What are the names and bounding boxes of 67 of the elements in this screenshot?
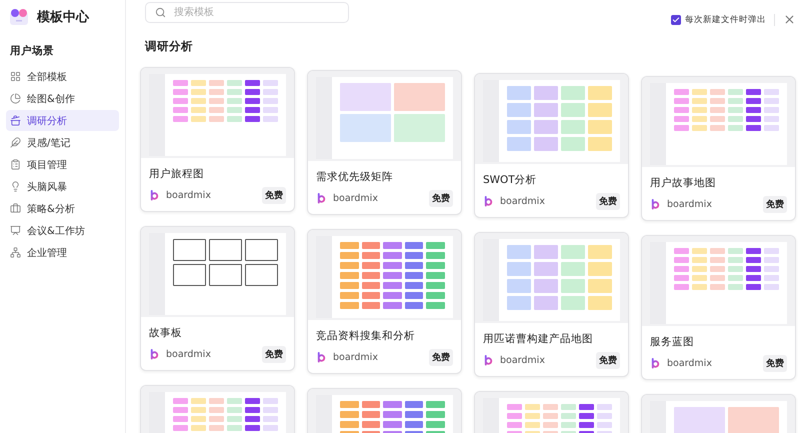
price-badge: 免费 [596, 193, 620, 210]
price-badge: 免费 [262, 346, 286, 363]
template-card[interactable]: 用户故事地图 boardmix 免费 [641, 76, 796, 221]
sidebar-item[interactable]: 策略&分析 [6, 198, 119, 219]
search-field[interactable]: 搜索模板 [145, 2, 349, 23]
section-heading: 用户场景 [8, 44, 55, 59]
template-card[interactable]: SWOT分析 boardmix 免费 [474, 73, 629, 218]
briefcase-icon [10, 203, 21, 214]
sidebar-item[interactable]: 绘图&创作 [6, 88, 119, 109]
price-badge: 免费 [429, 190, 453, 207]
brand-logo-icon [316, 352, 327, 363]
price-badge: 免费 [763, 355, 787, 372]
brand-logo-icon [149, 349, 160, 360]
brand-logo-icon [650, 199, 661, 210]
price-badge: 免费 [596, 352, 620, 369]
brand-name: boardmix [333, 352, 378, 363]
brand-logo-icon [483, 196, 494, 207]
close-button[interactable] [783, 13, 796, 26]
checkbox[interactable] [671, 14, 681, 24]
brand-name: boardmix [500, 196, 545, 207]
template-title: 用匹诺曹构建产品地图 [483, 332, 594, 346]
sidebar-item[interactable]: 项目管理 [6, 154, 119, 175]
template-card[interactable]: 故事板 boardmix 免费 [140, 226, 295, 371]
price-badge: 免费 [429, 349, 453, 366]
price-badge: 免费 [262, 187, 286, 204]
grid-icon [10, 71, 21, 82]
template-card[interactable]: 用户旅程图 boardmix 免费 [140, 67, 295, 212]
template-title: 竞品资料搜集和分析 [316, 329, 416, 343]
lightbulb-icon [10, 181, 21, 192]
brand-logo-icon [650, 358, 661, 369]
brand-logo-icon [316, 193, 327, 204]
brand-logo-icon [483, 355, 494, 366]
template-card[interactable]: 服务蓝图 boardmix 免费 [641, 235, 796, 380]
template-title: 用户旅程图 [149, 167, 205, 181]
sidebar-item[interactable]: 全部模板 [6, 66, 119, 87]
template-card[interactable]: 竞品资料搜集和分析 boardmix 免费 [307, 229, 462, 374]
brand-name: boardmix [333, 193, 378, 204]
brand-name: boardmix [667, 358, 712, 369]
network-icon [10, 247, 21, 258]
brand-name: boardmix [166, 349, 211, 360]
presentation-icon [10, 225, 21, 236]
template-card[interactable]: 需求优先级矩阵 boardmix 免费 [307, 70, 462, 215]
template-title: SWOT分析 [483, 173, 538, 187]
template-title: 需求优先级矩阵 [316, 170, 394, 184]
brand-name: boardmix [500, 355, 545, 366]
brand-name: boardmix [166, 190, 211, 201]
app-title: 模板中心 [37, 8, 89, 26]
sidebar-item[interactable]: 头脑风暴 [6, 176, 119, 197]
section-title: 调研分析 [145, 39, 194, 54]
template-card[interactable]: 用匹诺曹构建产品地图 boardmix 免费 [474, 232, 629, 377]
price-badge: 免费 [763, 196, 787, 213]
app-logo-icon [9, 8, 29, 26]
pie-chart-icon [10, 93, 21, 104]
template-title: 故事板 [149, 326, 183, 340]
brand-name: boardmix [667, 199, 712, 210]
sidebar-item[interactable]: 灵感/笔记 [6, 132, 119, 153]
search-icon [155, 7, 166, 18]
checkbox-label: 每次新建文件时弹出 [685, 14, 766, 26]
template-title: 用户故事地图 [650, 176, 717, 190]
pot-icon [10, 115, 21, 126]
clipboard-icon [10, 159, 21, 170]
sidebar-item[interactable]: 会议&工作坊 [6, 220, 119, 241]
template-title: 服务蓝图 [650, 335, 695, 349]
sidebar-item[interactable]: 调研分析 [6, 110, 119, 131]
brand-logo-icon [149, 190, 160, 201]
sidebar-item[interactable]: 企业管理 [6, 242, 119, 263]
feather-icon [10, 137, 21, 148]
